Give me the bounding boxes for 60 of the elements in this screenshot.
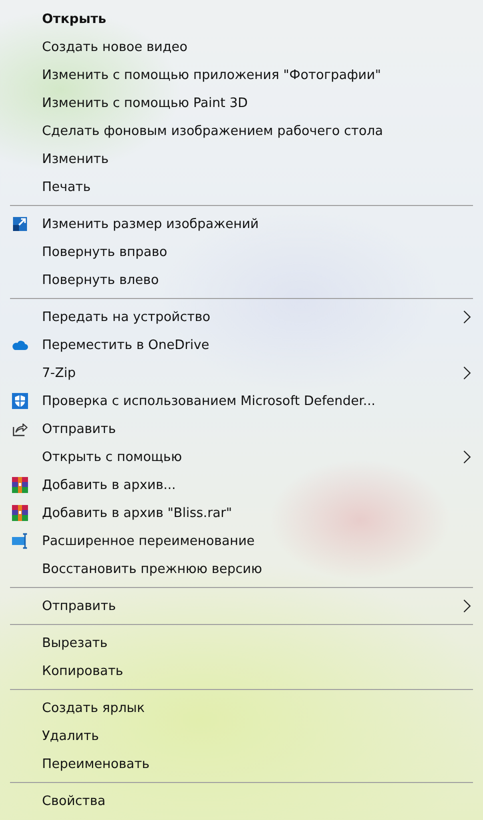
menu-item[interactable]: Восстановить прежнюю версию <box>0 555 483 583</box>
menu-item[interactable]: Свойства <box>0 787 483 815</box>
menu-item[interactable]: Расширенное переименование <box>0 527 483 555</box>
menu-item[interactable]: Создать новое видео <box>0 33 483 61</box>
menu-item-label: Копировать <box>42 664 124 678</box>
menu-item-label: Повернуть вправо <box>42 244 168 260</box>
shield-icon <box>12 393 28 409</box>
menu-item[interactable]: Вырезать <box>0 629 483 657</box>
menu-item[interactable]: Добавить в архив "Bliss.rar" <box>0 499 483 527</box>
menu-item[interactable]: Переместить в OneDrive <box>0 331 483 359</box>
menu-item[interactable]: Изменить размер изображений <box>0 210 483 238</box>
share-icon <box>12 421 28 437</box>
menu-item-label: Отправить <box>42 422 116 436</box>
menu-item[interactable]: 7-Zip <box>0 359 483 387</box>
menu-item[interactable]: Повернуть вправо <box>0 238 483 266</box>
menu-item-label: Расширенное переименование <box>42 534 255 548</box>
menu-item[interactable]: Отправить <box>0 415 483 443</box>
menu-item-label: Создать новое видео <box>42 40 188 54</box>
menu-item-label: Вырезать <box>42 636 108 650</box>
menu-item-label: Создать ярлык <box>42 700 145 716</box>
menu-item-label: Печать <box>42 180 91 194</box>
menu-item-label: Переименовать <box>42 756 150 772</box>
menu-item-label: Передать на устройство <box>42 310 210 324</box>
archive-icon <box>12 477 28 493</box>
menu-item[interactable]: Открыть <box>0 5 483 33</box>
menu-item[interactable]: Удалить <box>0 722 483 750</box>
menu-item[interactable]: Проверка с использованием Microsoft Defender... <box>0 387 483 415</box>
menu-item-label: Добавить в архив... <box>42 478 176 492</box>
menu-item[interactable]: Передать на устройство <box>0 303 483 331</box>
menu-item-label: Удалить <box>42 728 99 744</box>
menu-item[interactable]: Повернуть влево <box>0 266 483 294</box>
menu-item-label: 7-Zip <box>42 366 76 380</box>
archive-icon <box>12 505 28 521</box>
menu-item-label: Изменить <box>42 152 109 166</box>
resize-icon <box>12 216 28 232</box>
menu-item-label: Изменить с помощью Paint 3D <box>42 96 248 110</box>
menu-item-label: Восстановить прежнюю версию <box>42 562 262 576</box>
menu-item-label: Проверка с использованием Microsoft Defender... <box>42 394 376 408</box>
menu-item-label: Отправить <box>42 598 116 614</box>
menu-item[interactable]: Создать ярлык <box>0 694 483 722</box>
menu-item[interactable]: Изменить <box>0 145 483 173</box>
menu-item[interactable]: Изменить с помощью Paint 3D <box>0 89 483 117</box>
menu-item-label: Открыть <box>42 12 106 26</box>
menu-item-label: Добавить в архив "Bliss.rar" <box>42 506 232 520</box>
menu-item[interactable]: Добавить в архив... <box>0 471 483 499</box>
menu-item-label: Свойства <box>42 794 106 808</box>
menu-item-label: Сделать фоновым изображением рабочего стола <box>42 124 383 138</box>
menu-item-label: Открыть с помощью <box>42 450 182 464</box>
menu-item[interactable]: Переименовать <box>0 750 483 778</box>
menu-item[interactable]: Изменить с помощью приложения "Фотографии" <box>0 61 483 89</box>
menu-item[interactable]: Сделать фоновым изображением рабочего стола <box>0 117 483 145</box>
menu-item[interactable]: Печать <box>0 173 483 201</box>
menu-item[interactable]: Открыть с помощью <box>0 443 483 471</box>
menu-item-label: Повернуть влево <box>42 272 159 288</box>
menu-item-label: Изменить с помощью приложения "Фотографии" <box>42 68 381 82</box>
menu-item-label: Изменить размер изображений <box>42 216 259 232</box>
menu-item[interactable]: Копировать <box>0 657 483 685</box>
rename-icon <box>12 533 28 549</box>
menu-item-label: Переместить в OneDrive <box>42 338 210 352</box>
menu-item[interactable]: Отправить <box>0 592 483 620</box>
